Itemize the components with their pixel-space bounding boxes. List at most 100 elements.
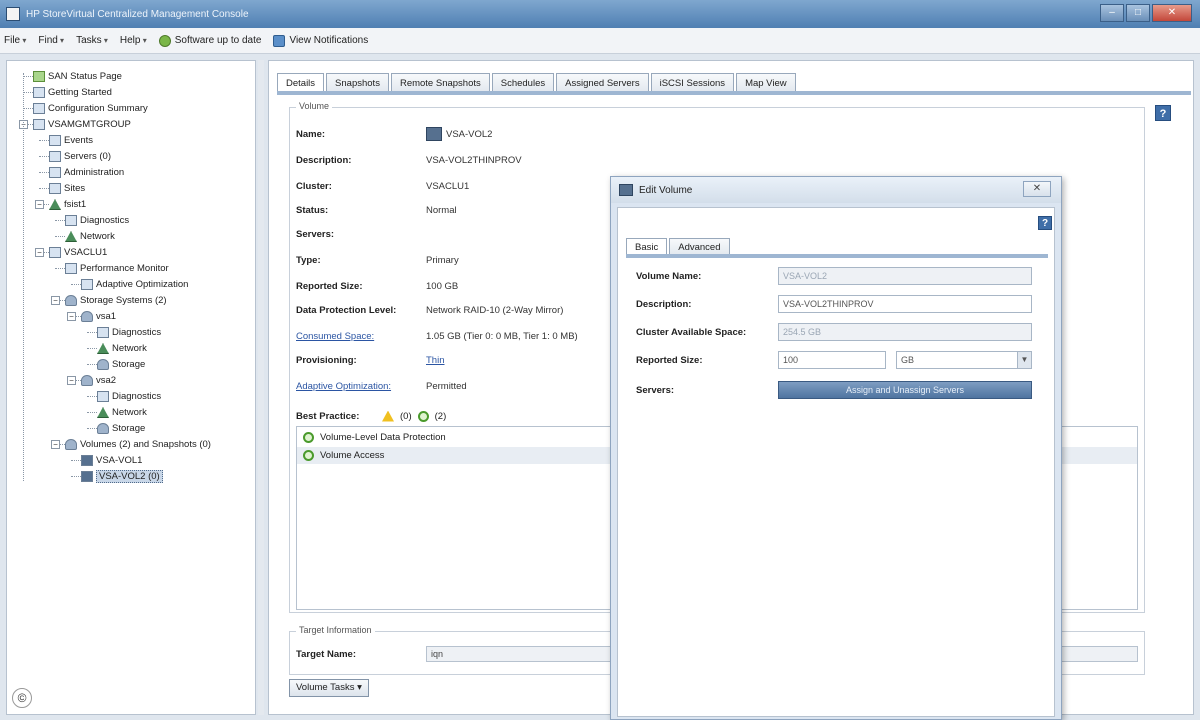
volume-field-row: Status: Normal [296,202,457,218]
tree-item-label: VSA-VOL1 [96,455,143,466]
minimize-button[interactable]: – [1100,4,1124,22]
volume-icon [81,455,93,466]
diagnostics-icon [97,391,109,402]
tree-item-label: Performance Monitor [80,263,169,274]
tree-item[interactable]: Network [97,405,147,420]
tab-snapshots[interactable]: Snapshots [326,73,389,93]
tree-item[interactable]: vsa1 [81,309,116,324]
reported-size-input[interactable]: 100 [778,351,886,369]
close-window-button[interactable]: ✕ [1152,4,1192,22]
tree-item[interactable]: Servers (0) [49,149,111,164]
tree-expander[interactable]: − [67,376,76,385]
tree-connector [23,92,33,93]
san-status-icon [33,71,45,82]
tree-item[interactable]: vsa2 [81,373,116,388]
volume-field-label[interactable]: Adaptive Optimization: [296,381,426,392]
tree-expander[interactable]: − [35,248,44,257]
tree-connector [87,428,97,429]
tree-item[interactable]: Sites [49,181,85,196]
software-up-to-date-button[interactable]: Software up to date [158,34,261,47]
best-practice-label: Best Practice: [296,410,360,422]
tab-map-view[interactable]: Map View [736,73,796,93]
tab-assigned-servers[interactable]: Assigned Servers [556,73,649,93]
volume-field-value: Normal [426,205,457,216]
volume-field-label: Description: [296,154,352,166]
tree-item[interactable]: Administration [49,165,124,180]
adaptive-optimization-icon [81,279,93,290]
volume-tasks-button[interactable]: Volume Tasks ▾ [289,679,369,697]
tree-item-label: Administration [64,167,125,178]
tree-item[interactable]: VSAMGMTGROUP [33,117,131,132]
cluster-available-space-row: Cluster Available Space: 254.5 GB [636,322,1032,342]
panel-splitter[interactable] [258,60,264,715]
tree-item[interactable]: Network [97,341,147,356]
volume-field-value[interactable]: Thin [426,355,444,366]
tree-item-label: vsa2 [96,375,117,386]
dialog-title: Edit Volume [639,184,693,196]
tree-item[interactable]: Diagnostics [97,325,161,340]
description-label: Description: [636,298,692,310]
tree-expander[interactable]: − [35,200,44,209]
volume-field-label: Name: [296,128,326,140]
tree-item[interactable]: VSACLU1 [49,245,107,260]
tree-item-label: Network [112,343,147,354]
tree-item[interactable]: VSA-VOL2 (0) [81,469,163,484]
tab-remote-snapshots[interactable]: Remote Snapshots [390,73,490,93]
warning-count: (0) [400,410,412,422]
tree-item[interactable]: Diagnostics [65,213,129,228]
size-unit-select[interactable]: GB ▼ [896,351,1032,369]
volume-field-value: Primary [426,255,459,266]
tree-item[interactable]: Events [49,133,93,148]
tab-iscsi-sessions[interactable]: iSCSI Sessions [650,73,735,93]
tab-underline [277,91,1191,95]
tree-item[interactable]: Storage [97,357,145,372]
tree-item[interactable]: Network [65,229,115,244]
volume-field-label[interactable]: Consumed Space: [296,331,426,342]
tree-item[interactable]: Storage [97,421,145,436]
menu-find[interactable]: Find [38,35,64,46]
maximize-button[interactable]: □ [1126,4,1150,22]
tree-expander[interactable]: − [51,440,60,449]
tree-expander[interactable]: − [67,312,76,321]
tree-connector [87,348,97,349]
network-icon [65,231,77,242]
tree-item[interactable]: Adaptive Optimization [81,277,188,292]
view-notifications-button[interactable]: View Notifications [273,34,369,47]
volume-name-row: Volume Name: VSA-VOL2 [636,266,1032,286]
navigation-tree[interactable]: SAN Status Page Getting Started Configurat… [6,60,256,715]
tree-item[interactable]: Getting Started [33,85,112,100]
ok-check-icon [417,410,429,422]
description-input[interactable]: VSA-VOL2THINPROV [778,295,1032,313]
tree-item[interactable]: Volumes (2) and Snapshots (0) [65,437,211,452]
tree-item[interactable]: Configuration Summary [33,101,148,116]
menu-file[interactable]: File [4,35,26,46]
copyright-mark: © [12,688,32,708]
view-notifications-label: View Notifications [289,35,369,46]
volume-field-label: Data Protection Level: [296,304,397,316]
volume-field-label: Reported Size: [296,280,363,292]
tree-item[interactable]: Performance Monitor [65,261,169,276]
menu-tasks[interactable]: Tasks [76,35,108,46]
volume-field-text: Normal [426,204,457,216]
dialog-title-bar: Edit Volume [611,177,1061,203]
tree-item[interactable]: Storage Systems (2) [65,293,167,308]
tree-item[interactable]: fsist1 [49,197,86,212]
tree-expander[interactable]: − [51,296,60,305]
assign-unassign-servers-button[interactable]: Assign and Unassign Servers [778,381,1032,399]
help-icon[interactable]: ? [1038,216,1052,230]
tree-item-label: fsist1 [64,199,87,210]
menu-help[interactable]: Help [120,35,147,46]
tab-schedules[interactable]: Schedules [491,73,555,93]
storage-systems-icon [65,295,77,306]
volume-field-value: VSA-VOL2 [426,127,492,141]
warning-icon [382,410,394,422]
dialog-close-button[interactable]: ✕ [1023,181,1051,197]
tree-connector [71,284,81,285]
help-icon[interactable]: ? [1155,105,1171,121]
volume-field-value: Network RAID-10 (2-Way Mirror) [426,305,563,316]
tree-item-label: VSAMGMTGROUP [48,119,131,130]
tree-item[interactable]: SAN Status Page [33,69,122,84]
tree-item[interactable]: VSA-VOL1 [81,453,142,468]
management-group-icon [33,119,45,130]
tree-item[interactable]: Diagnostics [97,389,161,404]
